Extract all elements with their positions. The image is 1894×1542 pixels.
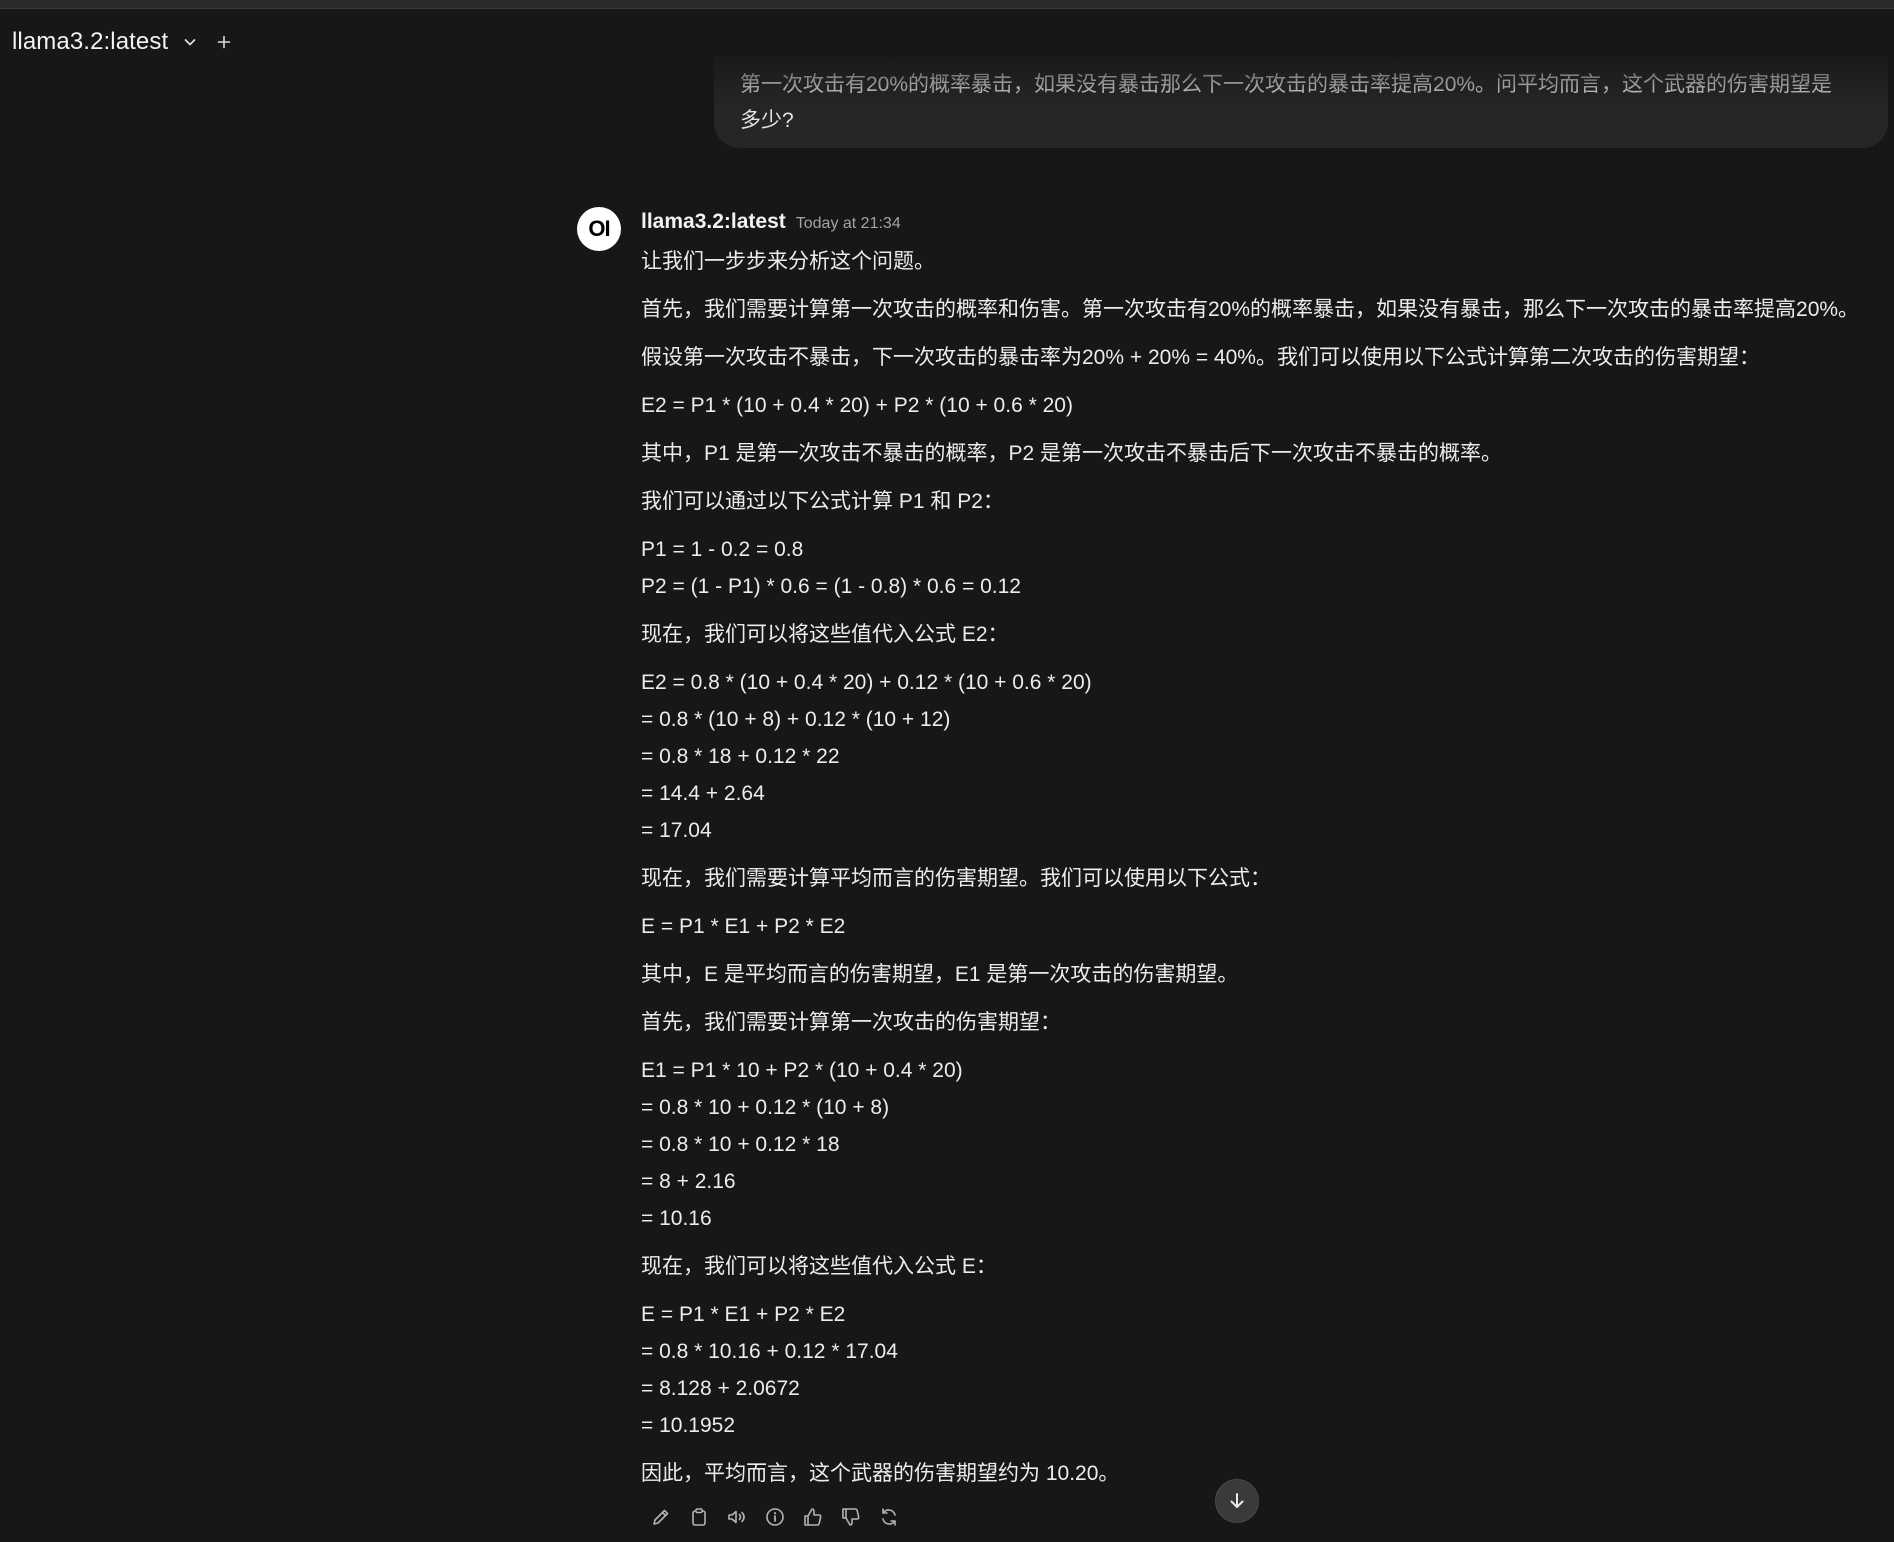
thumbs-up-icon[interactable] xyxy=(800,1504,826,1530)
assistant-name: llama3.2:latest xyxy=(641,210,786,233)
message-line: = 10.1952 xyxy=(641,1414,736,1437)
message-line: 首先，我们需要计算第一次攻击的概率和伤害。第一次攻击有20%的概率暴击，如果没有… xyxy=(641,298,1860,321)
message-line: = 0.8 * 10.16 + 0.12 * 17.04 xyxy=(641,1340,898,1363)
message-line: E2 = 0.8 * (10 + 0.4 * 20) + 0.12 * (10 … xyxy=(641,671,1092,694)
message-line: P1 = 1 - 0.2 = 0.8 xyxy=(641,538,804,561)
message-line: = 8 + 2.16 xyxy=(641,1170,736,1193)
plus-icon[interactable] xyxy=(212,30,236,54)
model-selector[interactable]: llama3.2:latest xyxy=(12,28,168,56)
user-message-line: 多少? xyxy=(740,109,794,132)
message-timestamp: Today at 21:34 xyxy=(795,215,901,232)
message-line: E1 = P1 * 10 + P2 * (10 + 0.4 * 20) xyxy=(641,1059,963,1082)
message-line: 假设第一次攻击不暴击，下一次攻击的暴击率为20% + 20% = 40%。我们可… xyxy=(641,346,1760,369)
assistant-message-header: llama3.2:latest Today at 21:34 xyxy=(641,210,901,240)
message-line: 现在，我们需要计算平均而言的伤害期望。我们可以使用以下公式： xyxy=(641,867,1271,890)
info-icon[interactable] xyxy=(762,1504,788,1530)
arrow-down-icon xyxy=(1227,1491,1247,1511)
message-line: = 0.8 * 10 + 0.12 * (10 + 8) xyxy=(641,1096,890,1119)
speaker-icon[interactable] xyxy=(724,1504,750,1530)
message-line: 现在，我们可以将这些值代入公式 E： xyxy=(641,1255,997,1278)
message-line: 我们可以通过以下公式计算 P1 和 P2： xyxy=(641,490,1004,513)
chevron-down-icon[interactable] xyxy=(178,30,202,54)
user-message-bubble: 第一次攻击有20%的概率暴击，如果没有暴击那么下一次攻击的暴击率提高20%。问平… xyxy=(714,56,1888,148)
message-line: = 14.4 + 2.64 xyxy=(641,782,765,805)
message-line: 现在，我们可以将这些值代入公式 E2： xyxy=(641,623,1009,646)
window-top-bar xyxy=(0,0,1894,9)
scroll-to-bottom-button[interactable] xyxy=(1215,1479,1259,1523)
message-actions xyxy=(648,1502,902,1532)
message-line: E = P1 * E1 + P2 * E2 xyxy=(641,915,846,938)
message-line: 让我们一步步来分析这个问题。 xyxy=(641,250,935,273)
message-line: 其中，E 是平均而言的伤害期望，E1 是第一次攻击的伤害期望。 xyxy=(641,963,1239,986)
assistant-message-body: 让我们一步步来分析这个问题。首先，我们需要计算第一次攻击的概率和伤害。第一次攻击… xyxy=(641,243,1891,1492)
user-message-line: 第一次攻击有20%的概率暴击，如果没有暴击那么下一次攻击的暴击率提高20%。问平… xyxy=(740,73,1833,96)
thumbs-down-icon[interactable] xyxy=(838,1504,864,1530)
message-line: 其中，P1 是第一次攻击不暴击的概率，P2 是第一次攻击不暴击后下一次攻击不暴击… xyxy=(641,442,1503,465)
assistant-avatar: OI xyxy=(577,207,621,251)
message-line: = 10.16 xyxy=(641,1207,712,1230)
chat-header: llama3.2:latest xyxy=(12,24,236,60)
message-line: P2 = (1 - P1) * 0.6 = (1 - 0.8) * 0.6 = … xyxy=(641,575,1021,598)
message-line: = 0.8 * 18 + 0.12 * 22 xyxy=(641,745,840,768)
message-line: = 8.128 + 2.0672 xyxy=(641,1377,800,1400)
message-line: E2 = P1 * (10 + 0.4 * 20) + P2 * (10 + 0… xyxy=(641,394,1073,417)
edit-icon[interactable] xyxy=(648,1504,674,1530)
message-line: = 0.8 * 10 + 0.12 * 18 xyxy=(641,1133,840,1156)
copy-icon[interactable] xyxy=(686,1504,712,1530)
message-line: = 17.04 xyxy=(641,819,712,842)
message-line: 首先，我们需要计算第一次攻击的伤害期望： xyxy=(641,1011,1061,1034)
regenerate-icon[interactable] xyxy=(876,1504,902,1530)
message-line: = 0.8 * (10 + 8) + 0.12 * (10 + 12) xyxy=(641,708,951,731)
message-line: 因此，平均而言，这个武器的伤害期望约为 10.20。 xyxy=(641,1462,1120,1485)
message-line: E = P1 * E1 + P2 * E2 xyxy=(641,1303,846,1326)
